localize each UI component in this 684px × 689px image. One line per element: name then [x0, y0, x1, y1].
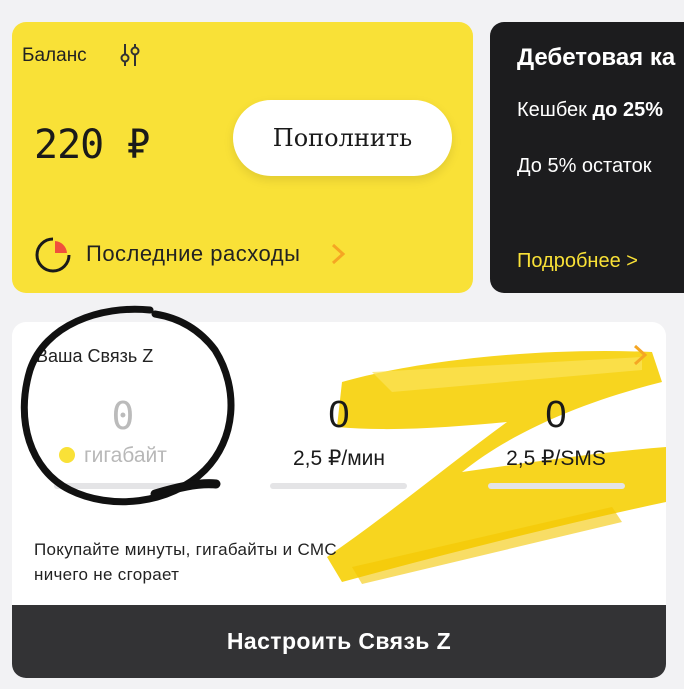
svyaz-description-line-2: ничего не сгорает: [34, 565, 180, 584]
settings-sliders-icon[interactable]: [119, 42, 141, 68]
balance-title: Баланс: [22, 45, 87, 66]
minutes-unit-label: 2,5 ₽/мин: [293, 447, 385, 470]
cashback-prefix: Кешбек: [517, 99, 593, 121]
sms-value: 0: [545, 394, 567, 436]
sms-unit-label: 2,5 ₽/SMS: [506, 447, 606, 470]
debit-balance-text: До 5% остаток: [517, 155, 652, 177]
minutes-value: 0: [328, 394, 350, 436]
chevron-right-icon: [331, 243, 346, 265]
expenses-pie-icon: [35, 237, 71, 273]
balance-amount: 220 ₽: [34, 122, 150, 168]
sms-progress-bar: [488, 483, 625, 489]
cashback-amount: до 25%: [592, 99, 663, 121]
topup-button[interactable]: Пополнить: [233, 100, 452, 176]
svyaz-z-card: Ваша Связь Z 0 гигабайт 0 2,5 ₽/мин 0 2,…: [12, 322, 666, 678]
chevron-right-icon[interactable]: [632, 344, 648, 366]
debit-card-title: Дебетовая ка: [517, 44, 676, 71]
debit-cashback: Кешбек до 25%: [517, 99, 663, 122]
svyaz-title: Ваша Связь Z: [36, 346, 154, 366]
data-unit-label: гигабайт: [84, 444, 167, 467]
configure-svyaz-button[interactable]: Настроить Связь Z: [12, 605, 666, 678]
debit-more-link[interactable]: Подробнее >: [517, 250, 638, 273]
minutes-progress-bar: [270, 483, 407, 489]
svyaz-description-line-1: Покупайте минуты, гигабайты и СМС: [34, 540, 337, 559]
data-balance-value: 0: [111, 394, 135, 438]
expenses-link[interactable]: Последние расходы: [86, 241, 300, 267]
data-progress-bar: [54, 483, 214, 489]
data-coin-icon: [59, 447, 75, 463]
